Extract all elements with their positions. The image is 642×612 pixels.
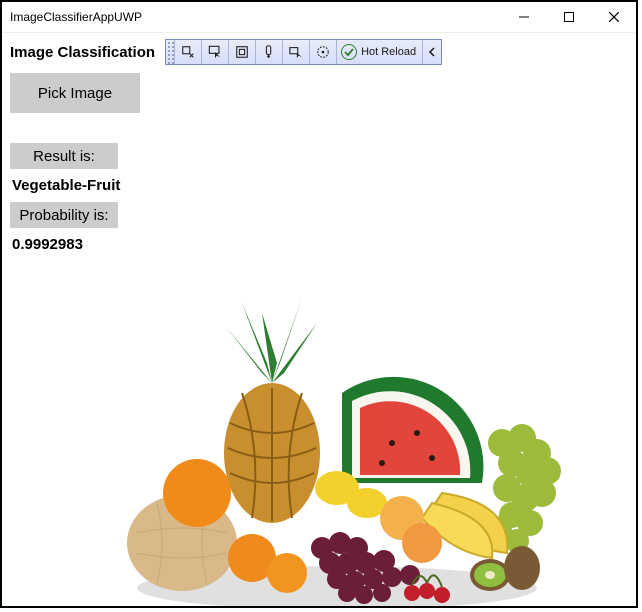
client-area: Image Classification — [2, 33, 636, 606]
probability-value: 0.9992983 — [10, 236, 210, 253]
result-value: Vegetable-Fruit — [10, 177, 210, 194]
result-label: Result is: — [10, 143, 118, 169]
debug-toolbar: Hot Reload — [165, 39, 442, 65]
window-frame: ImageClassifierAppUWP Image Classificati… — [0, 0, 638, 608]
probability-label: Probability is: — [10, 202, 118, 228]
select-element-icon[interactable] — [202, 40, 229, 64]
display-layout-icon[interactable] — [229, 40, 256, 64]
window-controls — [501, 2, 636, 32]
window-title: ImageClassifierAppUWP — [10, 10, 142, 24]
collapse-toolbar-icon[interactable] — [423, 40, 441, 64]
xaml-binding-icon[interactable] — [283, 40, 310, 64]
hot-reload-label: Hot Reload — [361, 46, 416, 58]
page-title: Image Classification — [10, 44, 155, 61]
scan-accessibility-icon[interactable] — [310, 40, 337, 64]
close-button[interactable] — [591, 2, 636, 32]
live-visual-tree-icon[interactable] — [175, 40, 202, 64]
titlebar: ImageClassifierAppUWP — [2, 2, 636, 33]
hot-reload-button[interactable]: Hot Reload — [337, 40, 423, 64]
toolbar-grip-icon[interactable] — [166, 40, 175, 64]
classified-image — [112, 293, 562, 608]
check-icon — [341, 44, 357, 60]
minimize-button[interactable] — [501, 2, 546, 32]
header-row: Image Classification — [2, 33, 636, 67]
controls-column: Pick Image Result is: Vegetable-Fruit Pr… — [2, 67, 218, 259]
track-focus-icon[interactable] — [256, 40, 283, 64]
pick-image-button[interactable]: Pick Image — [10, 73, 140, 113]
maximize-button[interactable] — [546, 2, 591, 32]
